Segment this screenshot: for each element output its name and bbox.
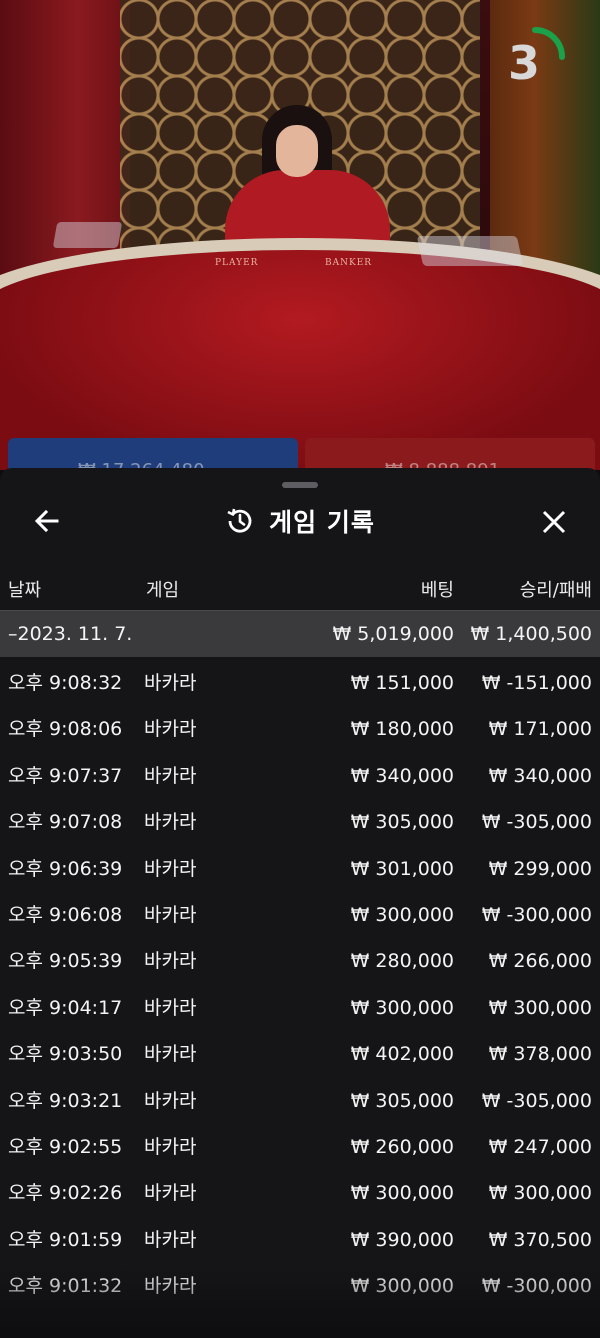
- summary-result-total: ₩ 1,400,500: [470, 623, 592, 645]
- table-row[interactable]: 오후 9:05:39 바카라 ₩ 280,000 ₩ 266,000: [0, 938, 600, 984]
- row-result: ₩ 340,000: [488, 764, 592, 787]
- countdown-timer: 3: [507, 36, 540, 90]
- dealer-face: [276, 125, 318, 177]
- table-row[interactable]: 오후 9:03:21 바카라 ₩ 305,000 ₩ -305,000: [0, 1078, 600, 1124]
- history-clock-icon: [227, 508, 252, 533]
- row-result: ₩ -300,000: [481, 904, 592, 926]
- summary-bet-total: ₩ 5,019,000: [332, 623, 454, 645]
- row-result: ₩ 300,000: [488, 1182, 592, 1205]
- row-result: ₩ 299,000: [488, 857, 592, 880]
- row-result: ₩ -300,000: [481, 1275, 592, 1298]
- table-row[interactable]: 오후 9:01:59 바카라 ₩ 390,000 ₩ 370,500: [0, 1217, 600, 1263]
- table-row[interactable]: 오후 9:06:08 바카라 ₩ 300,000 ₩ -300,000: [0, 892, 600, 938]
- table-row[interactable]: 오후 9:01:32 바카라 ₩ 300,000 ₩ -300,000: [0, 1263, 600, 1309]
- row-game: 바카라: [144, 764, 197, 787]
- row-game: 바카라: [144, 1136, 197, 1158]
- row-result: ₩ 247,000: [488, 1136, 592, 1158]
- row-game: 바카라: [144, 1089, 197, 1112]
- column-header-bet: 베팅: [420, 580, 454, 601]
- close-button[interactable]: [536, 504, 572, 540]
- row-bet: ₩ 340,000: [350, 764, 454, 787]
- row-game: 바카라: [144, 1182, 197, 1205]
- row-result: ₩ -305,000: [481, 811, 592, 834]
- discard-tray: [416, 236, 524, 266]
- row-game: 바카라: [144, 811, 197, 834]
- drag-handle[interactable]: [282, 482, 318, 488]
- close-icon: [542, 510, 566, 534]
- felt-banker-label: BANKER: [325, 258, 373, 268]
- row-bet: ₩ 301,000: [350, 857, 454, 880]
- table-row[interactable]: 오후 9:02:26 바카라 ₩ 300,000 ₩ 300,000: [0, 1170, 600, 1216]
- row-result: ₩ -151,000: [481, 672, 592, 694]
- row-bet: ₩ 402,000: [350, 1043, 454, 1066]
- row-time: 오후 9:08:32: [8, 672, 123, 694]
- row-bet: ₩ 390,000: [350, 1228, 454, 1251]
- row-game: 바카라: [144, 904, 197, 926]
- row-time: 오후 9:04:17: [8, 996, 123, 1019]
- row-game: 바카라: [144, 1043, 197, 1066]
- table-row[interactable]: 오후 9:06:39 바카라 ₩ 301,000 ₩ 299,000: [0, 846, 600, 892]
- row-game: 바카라: [144, 950, 197, 973]
- page-title: 게임 기록: [269, 508, 375, 537]
- row-game: 바카라: [144, 1275, 197, 1298]
- card-shoe: [52, 222, 123, 248]
- row-bet: ₩ 180,000: [350, 718, 454, 741]
- row-result: ₩ -305,000: [481, 1089, 592, 1112]
- row-time: 오후 9:08:06: [8, 718, 123, 741]
- row-game: 바카라: [144, 672, 197, 694]
- table-row[interactable]: 오후 9:08:32 바카라 ₩ 151,000 ₩ -151,000: [0, 660, 600, 706]
- row-time: 오후 9:05:39: [8, 950, 123, 973]
- row-result: ₩ 378,000: [488, 1043, 592, 1066]
- row-time: 오후 9:02:55: [8, 1136, 123, 1158]
- row-time: 오후 9:01:59: [8, 1228, 123, 1251]
- column-header-game: 게임: [146, 580, 180, 601]
- row-bet: ₩ 300,000: [350, 1182, 454, 1205]
- game-history-sheet: 게임 기록 날짜 게임 베팅 승리/패배 –2023. 11. 7. ₩ 5,0…: [0, 468, 600, 1338]
- row-result: ₩ 266,000: [488, 950, 592, 973]
- table-row[interactable]: 오후 9:07:37 바카라 ₩ 340,000 ₩ 340,000: [0, 753, 600, 799]
- row-time: 오후 9:03:50: [8, 1043, 123, 1066]
- row-bet: ₩ 280,000: [350, 950, 454, 973]
- row-time: 오후 9:01:32: [8, 1275, 123, 1298]
- table-row[interactable]: 오후 9:04:17 바카라 ₩ 300,000 ₩ 300,000: [0, 985, 600, 1031]
- row-bet: ₩ 300,000: [350, 904, 454, 926]
- column-header-result: 승리/패배: [519, 580, 592, 601]
- row-bet: ₩ 305,000: [350, 811, 454, 834]
- row-bet: ₩ 300,000: [350, 1275, 454, 1298]
- table-row[interactable]: 오후 9:02:55 바카라 ₩ 260,000 ₩ 247,000: [0, 1124, 600, 1170]
- row-time: 오후 9:06:08: [8, 904, 123, 926]
- row-time: 오후 9:03:21: [8, 1089, 123, 1112]
- felt-player-label: PLAYER: [215, 258, 259, 268]
- sheet-header: 게임 기록: [0, 504, 600, 538]
- column-header-date: 날짜: [8, 580, 42, 601]
- row-game: 바카라: [144, 1228, 197, 1251]
- row-result: ₩ 370,500: [488, 1228, 592, 1251]
- table-row[interactable]: 오후 9:03:50 바카라 ₩ 402,000 ₩ 378,000: [0, 1031, 600, 1077]
- row-bet: ₩ 300,000: [350, 996, 454, 1019]
- table-row[interactable]: 오후 9:07:08 바카라 ₩ 305,000 ₩ -305,000: [0, 799, 600, 845]
- row-time: 오후 9:07:08: [8, 811, 123, 834]
- row-time: 오후 9:07:37: [8, 764, 123, 787]
- date-group-summary-row[interactable]: –2023. 11. 7. ₩ 5,019,000 ₩ 1,400,500: [0, 610, 600, 657]
- row-game: 바카라: [144, 857, 197, 880]
- row-game: 바카라: [144, 996, 197, 1019]
- table-row[interactable]: 오후 9:08:06 바카라 ₩ 180,000 ₩ 171,000: [0, 706, 600, 752]
- row-bet: ₩ 151,000: [350, 672, 454, 694]
- row-bet: ₩ 305,000: [350, 1089, 454, 1112]
- row-time: 오후 9:06:39: [8, 857, 123, 880]
- table-felt: [0, 250, 600, 470]
- row-bet: ₩ 260,000: [350, 1136, 454, 1158]
- row-game: 바카라: [144, 718, 197, 741]
- row-result: ₩ 300,000: [488, 996, 592, 1019]
- row-time: 오후 9:02:26: [8, 1182, 123, 1205]
- row-result: ₩ 171,000: [488, 718, 592, 741]
- summary-date: –2023. 11. 7.: [8, 623, 133, 645]
